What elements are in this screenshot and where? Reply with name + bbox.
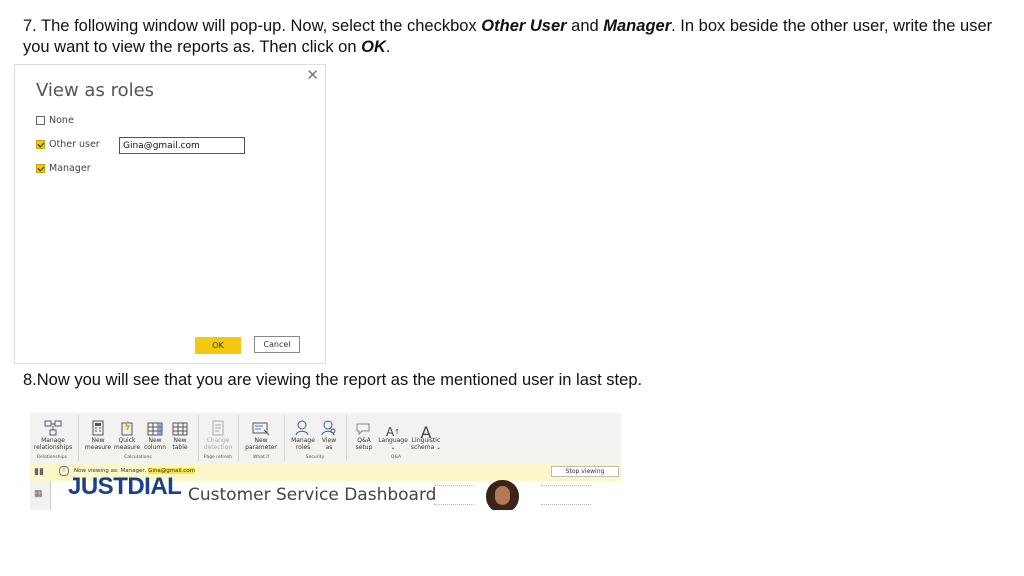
divider-dots: [434, 485, 474, 505]
option-none[interactable]: None: [36, 115, 74, 126]
quick-measure-button[interactable]: Quick measure: [113, 414, 141, 451]
none-checkbox[interactable]: [36, 116, 45, 125]
relationships-icon: [32, 414, 74, 436]
table-icon: [168, 414, 192, 436]
cancel-button[interactable]: Cancel: [254, 336, 300, 353]
justdial-logo: JUSTDIAL: [68, 473, 182, 500]
schema-icon: A: [420, 423, 432, 442]
person-icon: [288, 414, 318, 436]
manager-checkbox[interactable]: [36, 164, 45, 173]
new-parameter-button[interactable]: New parameter: [242, 414, 280, 451]
change-detection-button[interactable]: Change detection: [202, 414, 234, 451]
new-table-button[interactable]: New table: [168, 414, 192, 451]
none-label: None: [49, 115, 74, 126]
view-as-button[interactable]: View as: [318, 414, 340, 451]
language-button[interactable]: A ↑ Language ⌄: [377, 414, 409, 451]
group-security: Security: [305, 455, 325, 460]
agent-photo: [486, 480, 519, 510]
option-manager[interactable]: Manager: [36, 163, 91, 174]
other-user-input[interactable]: [119, 137, 245, 154]
chat-icon: [350, 414, 378, 436]
step-7-instruction: 7. The following window will pop-up. Now…: [23, 17, 993, 56]
manage-relationships-button[interactable]: Manage relationships: [32, 414, 74, 451]
other-user-label: Other user: [49, 139, 100, 150]
manager-emphasis: Manager: [603, 17, 672, 35]
option-other-user[interactable]: Other user: [36, 139, 100, 150]
step-8-instruction: 8.Now you will see that you are viewing …: [23, 371, 643, 389]
ok-button[interactable]: OK: [195, 337, 241, 354]
close-icon[interactable]: ✕: [306, 66, 319, 84]
modeling-ribbon: Manage relationships New measure Quick meas…: [30, 413, 621, 463]
other-user-checkbox[interactable]: [36, 140, 45, 149]
report-view-icon[interactable]: ▮▮: [34, 466, 44, 477]
qa-setup-button[interactable]: Q&A setup: [350, 414, 378, 451]
calculator-icon: [84, 414, 112, 436]
manager-label: Manager: [49, 163, 91, 174]
group-what-if: What if: [252, 455, 270, 460]
view-as-roles-dialog: ✕ View as roles None Other user Manager …: [14, 64, 326, 364]
column-icon: [142, 414, 168, 436]
report-canvas: JUSTDIAL Customer Service Dashboard: [50, 473, 621, 510]
quick-measure-icon: [113, 414, 141, 436]
new-measure-button[interactable]: New measure: [84, 414, 112, 451]
dashboard-title: Customer Service Dashboard: [188, 485, 437, 505]
person-search-icon: [318, 414, 340, 436]
page-refresh-icon: [202, 414, 234, 436]
group-calculations: Calculations: [124, 455, 152, 460]
dialog-title: View as roles: [36, 80, 155, 101]
linguistic-schema-button[interactable]: A Linguistic schema ⌄: [409, 414, 443, 452]
divider-dots: [541, 485, 591, 505]
new-column-button[interactable]: New column: [142, 414, 168, 451]
stop-viewing-button[interactable]: Stop viewing: [551, 466, 619, 477]
language-icon: A ↑: [385, 425, 401, 439]
manage-roles-button[interactable]: Manage roles: [288, 414, 318, 451]
parameter-icon: [242, 414, 280, 436]
other-user-emphasis: Other User: [481, 17, 567, 35]
powerbi-screenshot: Manage relationships New measure Quick meas…: [30, 413, 621, 510]
group-qa: Q&A: [390, 455, 402, 460]
group-relationships: Relationships: [37, 455, 67, 460]
data-view-icon[interactable]: ▦: [34, 488, 43, 499]
group-page-refresh: Page refresh: [203, 455, 233, 460]
ok-emphasis: OK: [361, 38, 386, 56]
